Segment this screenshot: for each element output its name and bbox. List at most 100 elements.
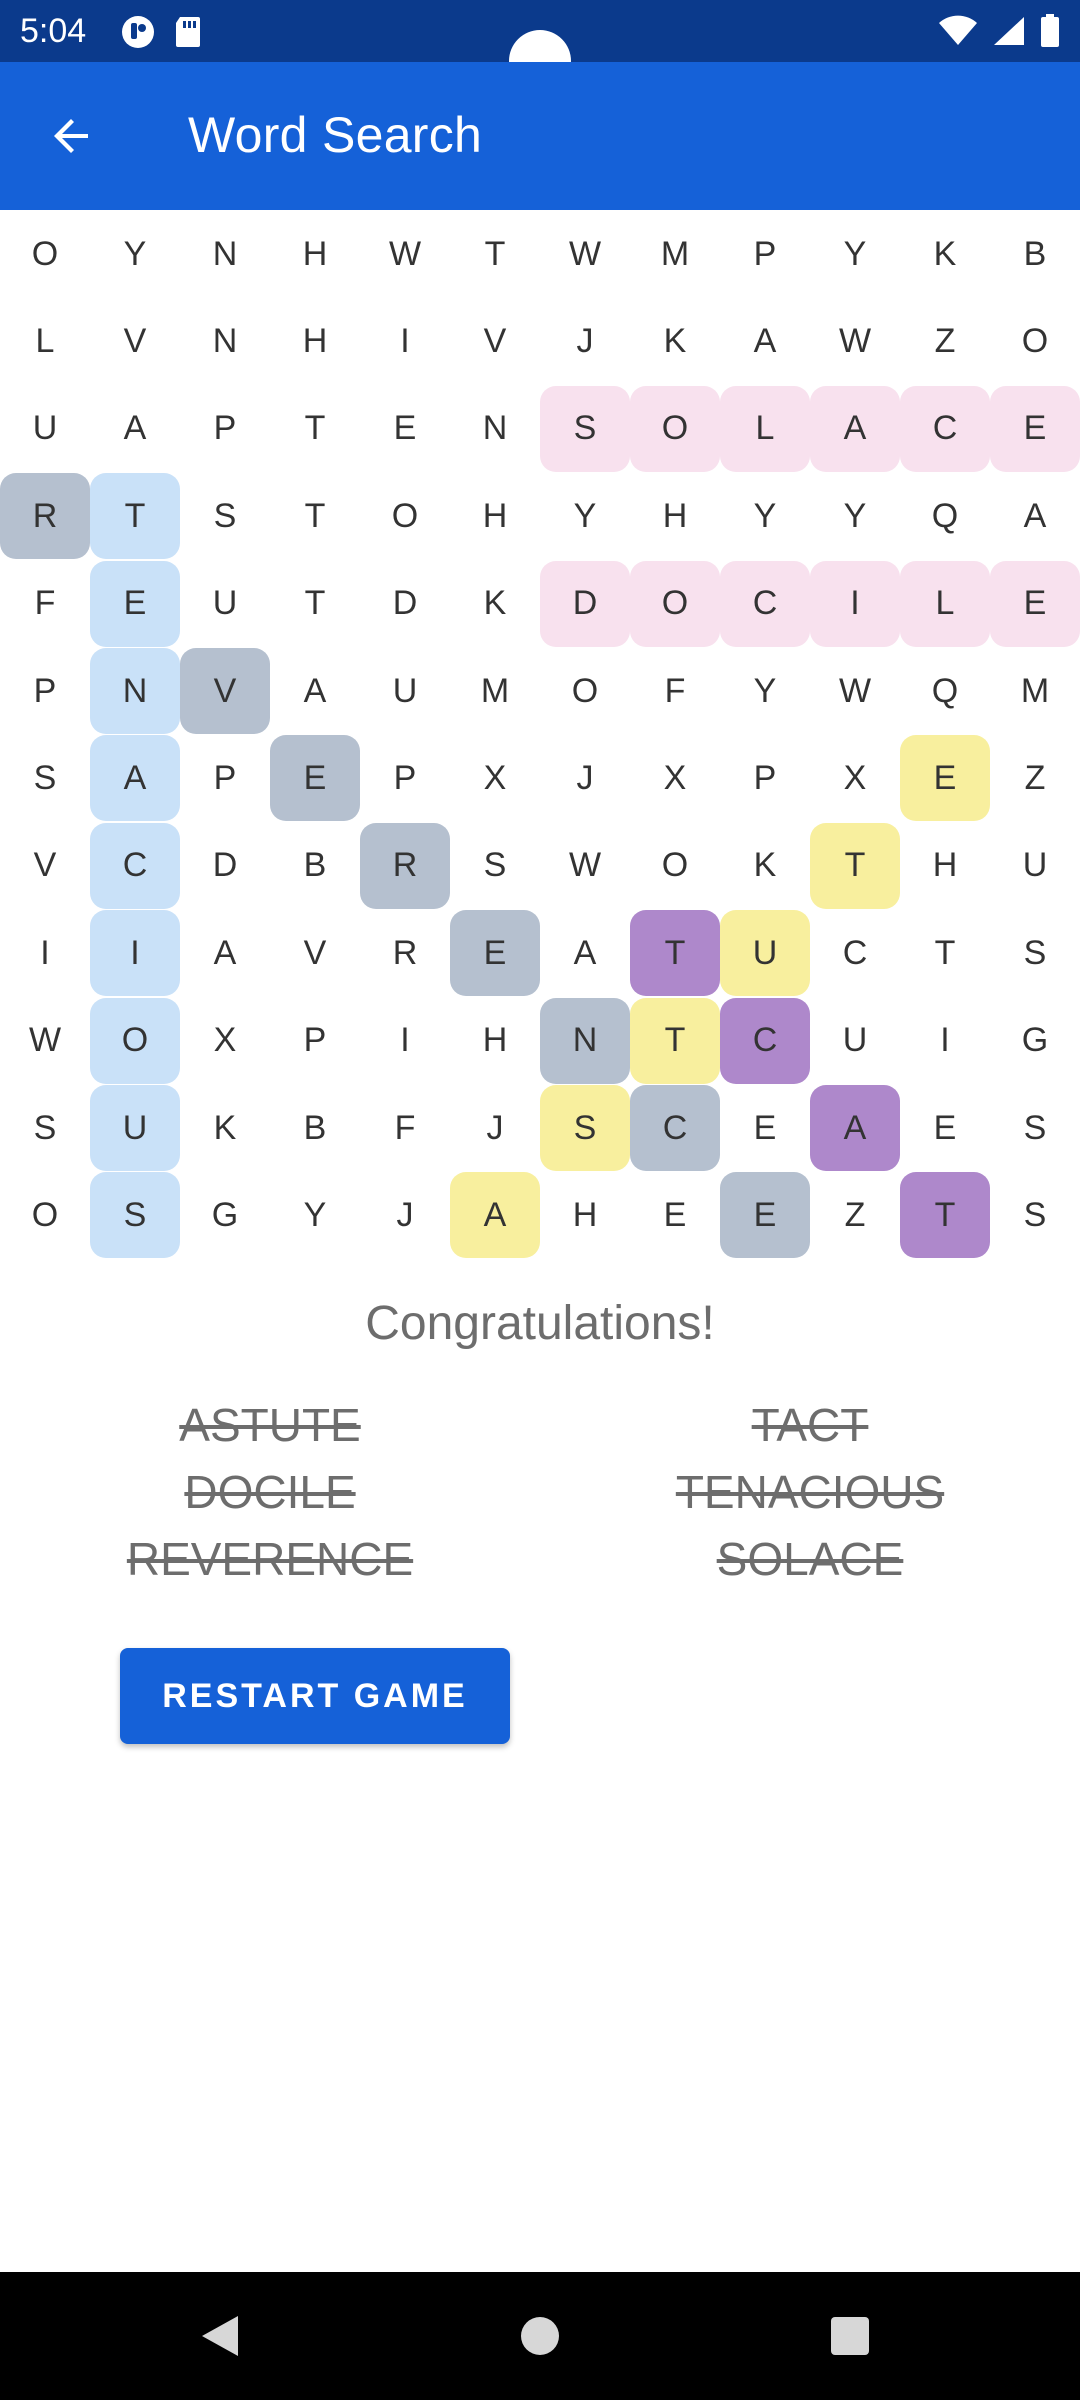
- grid-cell[interactable]: O: [0, 211, 90, 297]
- grid-cell[interactable]: A: [810, 1085, 900, 1171]
- grid-cell[interactable]: A: [270, 648, 360, 734]
- grid-cell[interactable]: K: [180, 1085, 270, 1171]
- grid-cell[interactable]: E: [720, 1172, 810, 1259]
- grid-cell[interactable]: P: [0, 648, 90, 734]
- grid-cell[interactable]: S: [180, 473, 270, 559]
- grid-cell[interactable]: P: [180, 386, 270, 472]
- grid-cell[interactable]: Y: [810, 473, 900, 559]
- grid-cell[interactable]: Y: [720, 473, 810, 559]
- grid-cell[interactable]: W: [540, 823, 630, 909]
- grid-cell[interactable]: I: [810, 560, 900, 647]
- grid-cell[interactable]: A: [90, 386, 180, 472]
- grid-cell[interactable]: Y: [540, 473, 630, 559]
- grid-cell[interactable]: S: [450, 823, 540, 909]
- grid-cell[interactable]: C: [720, 560, 810, 647]
- grid-cell[interactable]: P: [720, 211, 810, 297]
- grid-cell[interactable]: T: [90, 473, 180, 560]
- grid-cell[interactable]: V: [90, 298, 180, 384]
- grid-cell[interactable]: O: [0, 1172, 90, 1258]
- grid-cell[interactable]: Z: [990, 735, 1080, 821]
- grid-cell[interactable]: O: [630, 823, 720, 909]
- grid-cell[interactable]: G: [180, 1172, 270, 1258]
- grid-cell[interactable]: U: [810, 998, 900, 1084]
- grid-cell[interactable]: E: [450, 910, 540, 997]
- grid-cell[interactable]: E: [90, 560, 180, 647]
- grid-cell[interactable]: Z: [900, 298, 990, 384]
- grid-cell[interactable]: T: [900, 1172, 990, 1259]
- grid-cell[interactable]: I: [900, 998, 990, 1084]
- grid-cell[interactable]: H: [450, 998, 540, 1084]
- grid-cell[interactable]: W: [810, 648, 900, 734]
- grid-cell[interactable]: K: [720, 823, 810, 909]
- nav-back-icon[interactable]: [200, 2314, 240, 2358]
- grid-cell[interactable]: O: [630, 560, 720, 647]
- nav-recents-icon[interactable]: [831, 2317, 869, 2355]
- grid-cell[interactable]: B: [270, 823, 360, 909]
- restart-game-button[interactable]: RESTART GAME: [120, 1648, 510, 1744]
- grid-cell[interactable]: V: [450, 298, 540, 384]
- grid-cell[interactable]: H: [540, 1172, 630, 1258]
- grid-cell[interactable]: A: [90, 735, 180, 822]
- grid-cell[interactable]: L: [720, 385, 810, 472]
- grid-cell[interactable]: J: [540, 298, 630, 384]
- grid-cell[interactable]: U: [90, 1085, 180, 1171]
- grid-cell[interactable]: J: [360, 1172, 450, 1258]
- grid-cell[interactable]: T: [270, 561, 360, 647]
- grid-cell[interactable]: T: [630, 997, 720, 1084]
- grid-cell[interactable]: T: [270, 473, 360, 559]
- grid-cell[interactable]: T: [810, 822, 900, 909]
- grid-cell[interactable]: H: [630, 473, 720, 559]
- grid-cell[interactable]: R: [360, 910, 450, 996]
- grid-cell[interactable]: O: [630, 385, 720, 472]
- grid-cell[interactable]: U: [720, 910, 810, 997]
- grid-cell[interactable]: F: [630, 648, 720, 734]
- grid-cell[interactable]: R: [0, 473, 90, 560]
- grid-cell[interactable]: D: [180, 823, 270, 909]
- grid-cell[interactable]: Z: [810, 1172, 900, 1258]
- grid-cell[interactable]: O: [540, 648, 630, 734]
- grid-cell[interactable]: K: [450, 561, 540, 647]
- grid-cell[interactable]: O: [990, 298, 1080, 384]
- grid-cell[interactable]: B: [270, 1085, 360, 1171]
- grid-cell[interactable]: T: [900, 910, 990, 996]
- grid-cell[interactable]: P: [360, 735, 450, 821]
- grid-cell[interactable]: H: [450, 473, 540, 559]
- grid-cell[interactable]: I: [0, 910, 90, 996]
- grid-cell[interactable]: C: [900, 385, 990, 472]
- grid-cell[interactable]: I: [90, 910, 180, 997]
- grid-cell[interactable]: S: [540, 1085, 630, 1171]
- grid-cell[interactable]: E: [720, 1085, 810, 1171]
- grid-cell[interactable]: K: [900, 211, 990, 297]
- grid-cell[interactable]: S: [90, 1172, 180, 1259]
- grid-cell[interactable]: E: [630, 1172, 720, 1258]
- nav-home-icon[interactable]: [521, 2317, 559, 2355]
- grid-cell[interactable]: U: [360, 648, 450, 734]
- grid-cell[interactable]: S: [0, 1085, 90, 1171]
- grid-cell[interactable]: B: [990, 211, 1080, 297]
- grid-cell[interactable]: N: [180, 298, 270, 384]
- grid-cell[interactable]: N: [90, 648, 180, 734]
- grid-cell[interactable]: A: [450, 1172, 540, 1259]
- grid-cell[interactable]: I: [360, 298, 450, 384]
- grid-cell[interactable]: S: [990, 910, 1080, 996]
- grid-cell[interactable]: M: [630, 211, 720, 297]
- grid-cell[interactable]: X: [450, 735, 540, 821]
- grid-cell[interactable]: U: [990, 823, 1080, 909]
- grid-cell[interactable]: A: [180, 910, 270, 996]
- grid-cell[interactable]: F: [0, 561, 90, 647]
- grid-cell[interactable]: Q: [900, 473, 990, 559]
- grid-cell[interactable]: S: [0, 735, 90, 821]
- grid-cell[interactable]: C: [90, 822, 180, 909]
- grid-cell[interactable]: W: [810, 298, 900, 384]
- grid-cell[interactable]: C: [810, 910, 900, 996]
- grid-cell[interactable]: E: [360, 386, 450, 472]
- grid-cell[interactable]: W: [540, 211, 630, 297]
- grid-cell[interactable]: D: [540, 560, 630, 647]
- grid-cell[interactable]: Y: [720, 648, 810, 734]
- grid-cell[interactable]: A: [720, 298, 810, 384]
- grid-cell[interactable]: T: [630, 910, 720, 997]
- grid-cell[interactable]: E: [900, 1085, 990, 1171]
- grid-cell[interactable]: T: [450, 211, 540, 297]
- grid-cell[interactable]: F: [360, 1085, 450, 1171]
- grid-cell[interactable]: W: [360, 211, 450, 297]
